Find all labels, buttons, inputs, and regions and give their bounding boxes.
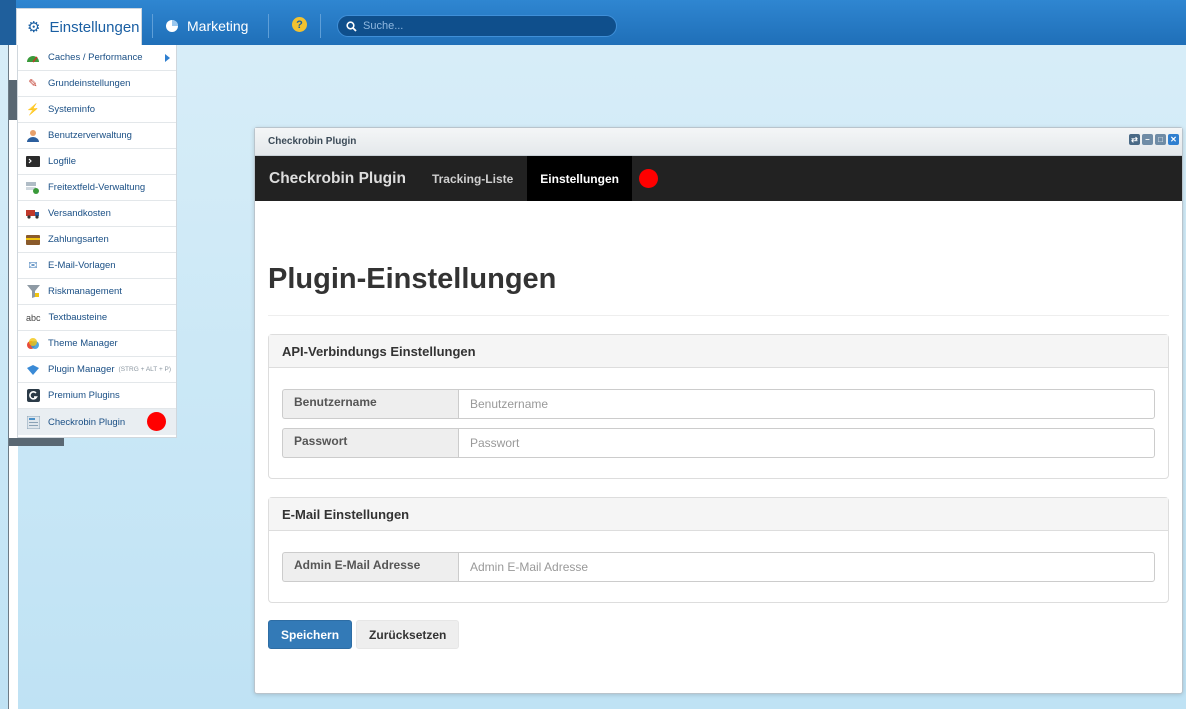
search-box[interactable] <box>337 15 617 37</box>
menu-item-label: E-Mail-Vorlagen <box>48 260 116 271</box>
credit-card-icon <box>26 233 40 247</box>
menu-item-checkrobin-plugin[interactable]: Checkrobin Plugin <box>18 409 176 435</box>
reset-button[interactable]: Zurücksetzen <box>356 620 460 649</box>
search-icon <box>346 20 357 32</box>
admin-email-label: Admin E-Mail Adresse <box>282 552 458 582</box>
form-actions: Speichern Zurücksetzen <box>268 620 1169 649</box>
username-group: Benutzername <box>282 389 1155 419</box>
admin-email-group: Admin E-Mail Adresse <box>282 552 1155 582</box>
menu-item-label: Logfile <box>48 156 76 167</box>
topbar-left-edge <box>0 0 16 45</box>
menu-item-label: Caches / Performance <box>48 52 143 63</box>
password-group: Passwort <box>282 428 1155 458</box>
window-minimize-icon[interactable]: – <box>1142 134 1153 145</box>
left-panel-block <box>9 80 17 120</box>
toolbar-separator <box>320 14 321 38</box>
search-input[interactable] <box>363 20 603 32</box>
window-controls: ⇄ – □ ✕ <box>1129 134 1179 145</box>
page-title: Plugin-Einstellungen <box>268 263 557 295</box>
menu-item-label: Benutzerverwaltung <box>48 130 132 141</box>
navbar-brand[interactable]: Checkrobin Plugin <box>255 170 406 188</box>
menu-item-label: Grundeinstellungen <box>48 78 131 89</box>
menu-item-label: Riskmanagement <box>48 286 122 297</box>
plugin-content: Plugin-Einstellungen API-Verbindungs Ein… <box>268 201 1169 649</box>
menu-item-riskmanagement[interactable]: Riskmanagement <box>18 279 176 305</box>
menu-item-email-vorlagen[interactable]: ✉ E-Mail-Vorlagen <box>18 253 176 279</box>
nav-einstellungen[interactable]: Einstellungen <box>527 156 632 201</box>
puzzle-icon <box>26 363 40 377</box>
lightning-icon: ⚡ <box>26 104 40 116</box>
menu-item-textbausteine[interactable]: abc Textbausteine <box>18 305 176 331</box>
menu-item-label: Plugin Manager <box>48 364 115 375</box>
tab-einstellungen-label: Einstellungen <box>49 18 140 36</box>
menu-item-label: Versandkosten <box>48 208 111 219</box>
window-close-icon[interactable]: ✕ <box>1168 134 1179 145</box>
menu-item-theme-manager[interactable]: Theme Manager <box>18 331 176 357</box>
tab-marketing-label: Marketing <box>187 18 249 34</box>
speedometer-icon <box>26 51 40 65</box>
menu-item-benutzerverwaltung[interactable]: Benutzerverwaltung <box>18 123 176 149</box>
admin-email-input[interactable] <box>458 552 1155 582</box>
email-panel-heading: E-Mail Einstellungen <box>269 498 1168 531</box>
email-settings-panel: E-Mail Einstellungen Admin E-Mail Adress… <box>268 497 1169 603</box>
premium-logo-icon <box>26 389 40 403</box>
window-title: Checkrobin Plugin <box>268 136 357 147</box>
annotation-dot <box>147 412 166 431</box>
menu-item-label: Premium Plugins <box>48 390 120 401</box>
menu-item-label: Systeminfo <box>48 104 95 115</box>
username-label: Benutzername <box>282 389 458 419</box>
user-icon <box>26 129 40 143</box>
title-divider <box>268 315 1169 316</box>
truck-icon <box>26 207 40 221</box>
email-panel-body: Admin E-Mail Adresse <box>269 531 1168 602</box>
field-add-icon <box>26 181 40 195</box>
abc-icon: abc <box>26 312 41 323</box>
theme-icon <box>26 337 40 351</box>
left-panel-block <box>9 438 64 446</box>
window-titlebar[interactable]: Checkrobin Plugin ⇄ – □ ✕ <box>255 128 1182 156</box>
menu-item-systeminfo[interactable]: ⚡ Systeminfo <box>18 97 176 123</box>
api-settings-panel: API-Verbindungs Einstellungen Benutzerna… <box>268 334 1169 479</box>
password-label: Passwort <box>282 428 458 458</box>
menu-item-zahlungsarten[interactable]: Zahlungsarten <box>18 227 176 253</box>
menu-item-label: Checkrobin Plugin <box>48 416 126 428</box>
menu-item-logfile[interactable]: Logfile <box>18 149 176 175</box>
terminal-icon <box>26 155 40 169</box>
help-icon[interactable]: ? <box>292 17 307 32</box>
menu-item-versandkosten[interactable]: Versandkosten <box>18 201 176 227</box>
api-panel-body: Benutzername Passwort <box>269 368 1168 478</box>
password-input[interactable] <box>458 428 1155 458</box>
menu-item-grundeinstellungen[interactable]: ✎ Grundeinstellungen <box>18 71 176 97</box>
menu-item-caches-performance[interactable]: Caches / Performance <box>18 45 176 71</box>
plugin-window: Checkrobin Plugin ⇄ – □ ✕ Checkrobin Plu… <box>254 127 1183 694</box>
annotation-dot <box>639 169 658 188</box>
gear-icon: ⚙ <box>27 19 41 36</box>
api-panel-heading: API-Verbindungs Einstellungen <box>269 335 1168 368</box>
pie-chart-icon <box>166 20 178 32</box>
plugin-window-icon <box>26 415 40 429</box>
nav-tracking-liste[interactable]: Tracking-Liste <box>432 172 513 186</box>
tab-einstellungen[interactable]: ⚙ Einstellungen <box>16 8 142 45</box>
submenu-arrow-icon <box>165 54 170 62</box>
toolbar-separator <box>152 14 153 38</box>
window-restore-icon[interactable]: ⇄ <box>1129 134 1140 145</box>
shortcut-hint: (STRG + ALT + P) <box>118 366 172 373</box>
menu-item-label: Zahlungsarten <box>48 234 109 245</box>
username-input[interactable] <box>458 389 1155 419</box>
tab-marketing[interactable]: Marketing <box>165 14 248 38</box>
wrench-icon: ✎ <box>28 78 38 90</box>
window-maximize-icon[interactable]: □ <box>1155 134 1166 145</box>
funnel-icon <box>26 285 40 299</box>
menu-item-label: Textbausteine <box>48 312 108 323</box>
menu-item-label: Theme Manager <box>48 338 118 349</box>
menu-item-freitextfeld-verwaltung[interactable]: Freitextfeld-Verwaltung <box>18 175 176 201</box>
plugin-navbar: Checkrobin Plugin Tracking-Liste Einstel… <box>255 156 1182 201</box>
toolbar-separator <box>268 14 269 38</box>
settings-dropdown-menu: Caches / Performance ✎ Grundeinstellunge… <box>17 45 177 438</box>
menu-item-label: Freitextfeld-Verwaltung <box>48 182 146 193</box>
mail-template-icon: ✉ <box>28 260 38 272</box>
save-button[interactable]: Speichern <box>268 620 353 649</box>
menu-item-premium-plugins[interactable]: Premium Plugins <box>18 383 176 409</box>
menu-item-plugin-manager[interactable]: Plugin Manager (STRG + ALT + P) <box>18 357 176 383</box>
